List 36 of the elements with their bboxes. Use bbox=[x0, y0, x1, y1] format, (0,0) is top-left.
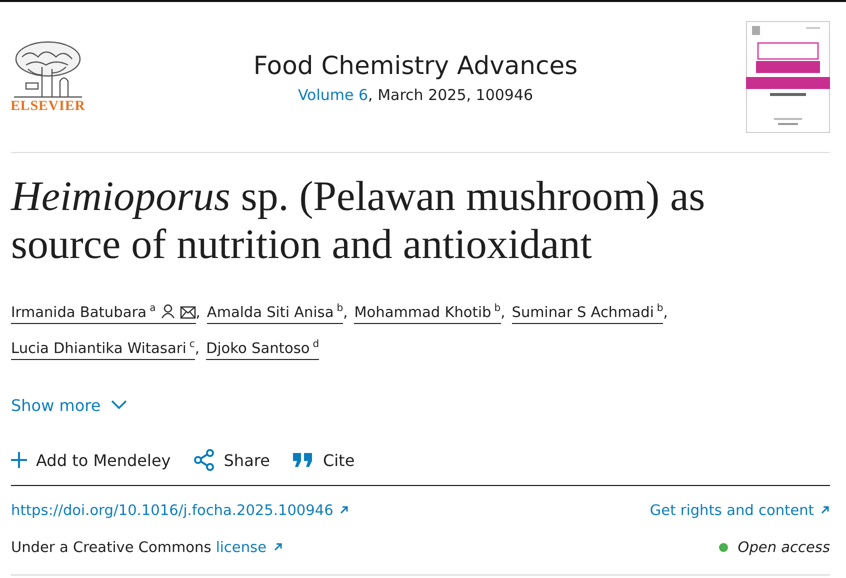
journal-title[interactable]: Food Chemistry Advances bbox=[253, 50, 578, 80]
tree-logo-icon bbox=[12, 39, 84, 99]
status-dot-icon bbox=[718, 543, 728, 552]
quote-icon bbox=[292, 452, 314, 468]
add-to-mendeley-button[interactable]: Add to Mendeley bbox=[11, 450, 171, 470]
author-link[interactable]: Amalda Siti Anisa $^{b}$ bbox=[206, 305, 344, 324]
author-separator: , bbox=[500, 305, 506, 321]
author-link[interactable]: Lucia Dhiantika Witasari $^{c}$ bbox=[11, 341, 195, 360]
rights-link[interactable]: Get rights and content bbox=[650, 502, 830, 518]
author-link[interactable]: Suminar S Achmadi $^{b}$ bbox=[512, 305, 664, 324]
cite-button[interactable]: Cite bbox=[292, 450, 355, 470]
external-link-icon bbox=[339, 504, 350, 514]
person-icon bbox=[160, 304, 175, 319]
share-icon bbox=[192, 449, 215, 471]
external-link-icon bbox=[272, 542, 282, 552]
publisher-logo-text: ELSEVIER bbox=[10, 99, 86, 115]
author-separator: , bbox=[663, 305, 668, 321]
author-separator: , bbox=[343, 305, 348, 321]
author-link[interactable]: Irmanida Batubara $^{a}$ bbox=[11, 305, 196, 324]
article-title: Heimioporus sp. (Pelawan mushroom) as source of nutrition and antioxidant bbox=[11, 173, 706, 269]
share-button[interactable]: Share bbox=[192, 449, 270, 471]
open-access-label: Open access bbox=[738, 540, 830, 556]
issue-info: Volume 6, March 2025, 100946 bbox=[298, 86, 534, 104]
license-text: Under a Creative Commons license bbox=[11, 540, 282, 556]
license-link[interactable]: license bbox=[216, 540, 282, 556]
doi-link[interactable]: https://doi.org/10.1016/j.focha.2025.100946 bbox=[11, 502, 350, 518]
author-separator: , bbox=[196, 305, 200, 321]
plus-icon bbox=[11, 452, 27, 468]
chevron-down-icon bbox=[110, 400, 127, 410]
external-link-icon bbox=[820, 504, 830, 514]
author-link[interactable]: Mohammad Khotib $^{b}$ bbox=[354, 305, 501, 324]
show-more-button[interactable]: Show more bbox=[11, 387, 127, 423]
mail-icon bbox=[180, 306, 196, 319]
author-separator: , bbox=[194, 341, 200, 357]
author-link[interactable]: Djoko Santoso $^{d}$ bbox=[206, 341, 320, 360]
volume-link[interactable]: Volume 6 bbox=[298, 86, 368, 104]
